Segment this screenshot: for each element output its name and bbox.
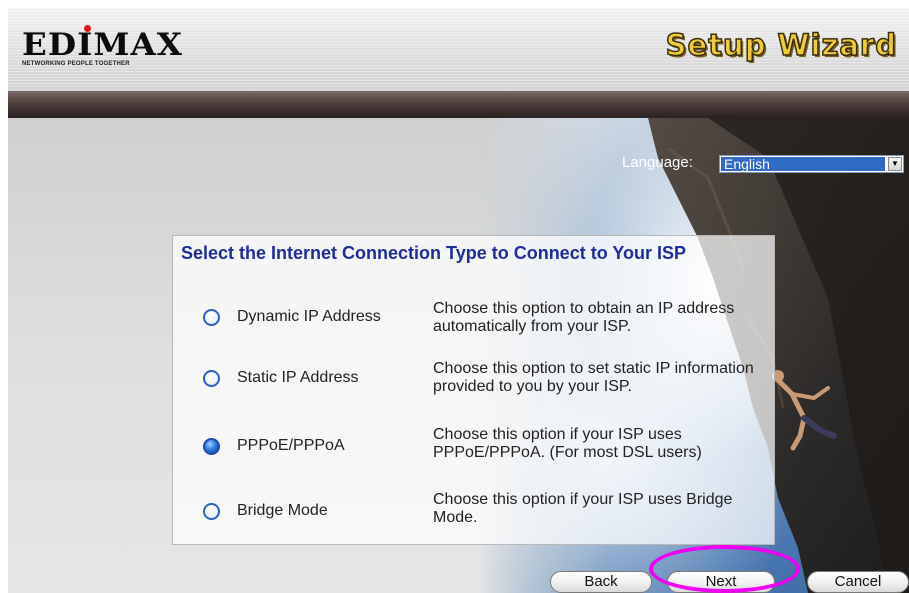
language-selected-value: English xyxy=(720,156,886,172)
option-description: Choose this option to obtain an IP addre… xyxy=(433,300,735,335)
radio-static-ip[interactable] xyxy=(203,370,220,387)
option-description: Choose this option to set static IP info… xyxy=(433,360,754,395)
language-select[interactable]: English ▼ xyxy=(719,155,904,173)
option-label[interactable]: Static IP Address xyxy=(237,369,359,387)
option-label[interactable]: Bridge Mode xyxy=(237,502,328,520)
option-dynamic-ip[interactable]: Dynamic IP Address Choose this option to… xyxy=(173,293,776,343)
option-bridge-mode[interactable]: Bridge Mode Choose this option if your I… xyxy=(173,486,776,536)
radio-pppoe-checked[interactable] xyxy=(203,438,220,455)
logo-tagline: NETWORKING PEOPLE TOGETHER xyxy=(22,61,130,67)
header-bar: EDIMAX NETWORKING PEOPLE TOGETHER Setup … xyxy=(8,8,909,91)
cancel-button[interactable]: Cancel xyxy=(807,571,909,593)
next-button-highlight-annotation xyxy=(649,545,800,593)
back-button[interactable]: Back xyxy=(550,571,652,593)
option-pppoe[interactable]: PPPoE/PPPoA Choose this option if your I… xyxy=(173,417,776,467)
panel-title: Select the Internet Connection Type to C… xyxy=(181,243,687,263)
option-description: Choose this option if your ISP uses Brid… xyxy=(433,491,733,526)
logo-wordmark: EDIMAX xyxy=(22,27,184,63)
option-label[interactable]: PPPoE/PPPoA xyxy=(237,437,345,455)
header-divider-band xyxy=(8,91,909,118)
option-static-ip[interactable]: Static IP Address Choose this option to … xyxy=(173,353,776,403)
radio-dynamic-ip[interactable] xyxy=(203,309,220,326)
edimax-logo: EDIMAX NETWORKING PEOPLE TOGETHER xyxy=(22,25,184,68)
page-title: Setup Wizard xyxy=(665,27,897,63)
chevron-down-icon[interactable]: ▼ xyxy=(888,157,902,171)
radio-bridge-mode[interactable] xyxy=(203,503,220,520)
setup-wizard-window: EDIMAX NETWORKING PEOPLE TOGETHER Setup … xyxy=(8,8,909,593)
language-label: Language: xyxy=(622,154,693,171)
connection-type-panel: Select the Internet Connection Type to C… xyxy=(172,235,775,545)
option-description: Choose this option if your ISP uses PPPo… xyxy=(433,426,702,461)
option-label[interactable]: Dynamic IP Address xyxy=(237,308,381,326)
logo-red-dot xyxy=(84,25,91,32)
